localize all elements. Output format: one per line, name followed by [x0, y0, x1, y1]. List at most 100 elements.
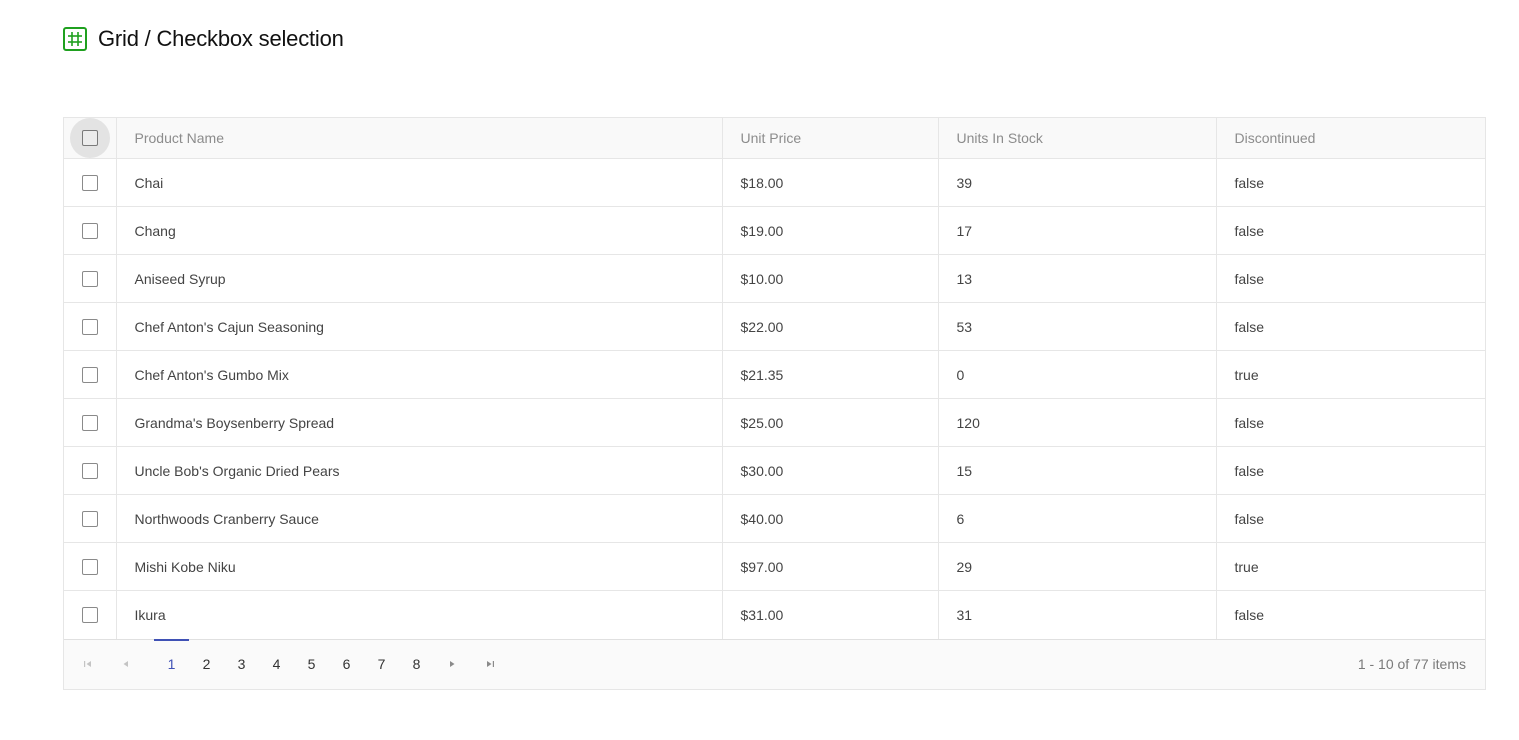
cell-unit-price[interactable]: $31.00 — [721, 590, 938, 639]
cell-unit-price[interactable]: $21.35 — [721, 350, 938, 399]
cell-discontinued[interactable]: false — [1215, 446, 1485, 495]
page-number-2[interactable]: 2 — [189, 640, 224, 688]
page-number-1[interactable]: 1 — [154, 639, 189, 688]
cell-discontinued[interactable]: false — [1215, 206, 1485, 255]
grid-table: Product Name Unit Price Units In Stock D… — [64, 118, 1485, 639]
row-checkbox[interactable] — [70, 595, 110, 635]
row-select-cell — [64, 399, 116, 447]
cell-product-name[interactable]: Mishi Kobe Niku — [115, 542, 722, 591]
cell-units-in-stock[interactable]: 120 — [937, 398, 1216, 447]
table-row[interactable]: Uncle Bob's Organic Dried Pears $30.00 15 f… — [64, 446, 1485, 495]
cell-unit-price[interactable]: $18.00 — [721, 158, 938, 207]
checkbox-box — [81, 318, 98, 335]
checkbox-box — [81, 366, 98, 383]
pager-info: 1 - 10 of 77 items — [1357, 656, 1466, 672]
row-checkbox[interactable] — [70, 355, 110, 395]
select-all-checkbox[interactable] — [69, 118, 110, 158]
cell-discontinued[interactable]: true — [1215, 542, 1485, 591]
row-checkbox[interactable] — [70, 163, 110, 203]
last-page-icon[interactable] — [480, 654, 500, 674]
cell-product-name[interactable]: Aniseed Syrup — [115, 254, 722, 303]
table-row[interactable]: Chef Anton's Gumbo Mix $21.35 0 true — [64, 350, 1485, 399]
row-checkbox[interactable] — [70, 259, 110, 299]
page-title: Grid / Checkbox selection — [98, 26, 344, 51]
cell-unit-price[interactable]: $10.00 — [721, 254, 938, 303]
table-row[interactable]: Chang $19.00 17 false — [64, 206, 1485, 255]
row-checkbox[interactable] — [70, 499, 110, 539]
checkbox-box — [81, 174, 98, 191]
cell-unit-price[interactable]: $19.00 — [721, 206, 938, 255]
cell-discontinued[interactable]: false — [1215, 590, 1485, 639]
cell-units-in-stock[interactable]: 13 — [937, 254, 1216, 303]
table-row[interactable]: Ikura $31.00 31 false — [64, 590, 1485, 639]
cell-units-in-stock[interactable]: 0 — [937, 350, 1216, 399]
row-select-cell — [64, 303, 116, 351]
page-number-6[interactable]: 6 — [329, 640, 364, 688]
cell-product-name[interactable]: Ikura — [115, 590, 722, 639]
row-checkbox[interactable] — [70, 307, 110, 347]
row-checkbox[interactable] — [70, 451, 110, 491]
cell-discontinued[interactable]: false — [1215, 158, 1485, 207]
page-number-8[interactable]: 8 — [399, 640, 434, 688]
cell-discontinued[interactable]: false — [1215, 302, 1485, 351]
data-grid: Product Name Unit Price Units In Stock D… — [63, 117, 1486, 690]
cell-product-name[interactable]: Chef Anton's Cajun Seasoning — [115, 302, 722, 351]
row-select-cell — [64, 207, 116, 255]
checkbox-box — [81, 222, 98, 239]
checkbox-box — [81, 510, 98, 527]
cell-units-in-stock[interactable]: 53 — [937, 302, 1216, 351]
row-select-cell — [64, 591, 116, 639]
previous-page-icon[interactable] — [116, 654, 136, 674]
checkbox-box — [81, 414, 98, 431]
table-row[interactable]: Chai $18.00 39 false — [64, 158, 1485, 207]
row-checkbox[interactable] — [70, 547, 110, 587]
cell-product-name[interactable]: Northwoods Cranberry Sauce — [115, 494, 722, 543]
table-row[interactable]: Chef Anton's Cajun Seasoning $22.00 53 fals… — [64, 302, 1485, 351]
cell-units-in-stock[interactable]: 6 — [937, 494, 1216, 543]
cell-unit-price[interactable]: $30.00 — [721, 446, 938, 495]
cell-discontinued[interactable]: true — [1215, 350, 1485, 399]
table-row[interactable]: Aniseed Syrup $10.00 13 false — [64, 254, 1485, 303]
table-row[interactable]: Mishi Kobe Niku $97.00 29 true — [64, 542, 1485, 591]
cell-unit-price[interactable]: $97.00 — [721, 542, 938, 591]
cell-units-in-stock[interactable]: 17 — [937, 206, 1216, 255]
cell-product-name[interactable]: Chang — [115, 206, 722, 255]
cell-discontinued[interactable]: false — [1215, 494, 1485, 543]
page-header: Grid / Checkbox selection — [63, 25, 344, 53]
page-numbers: 12345678 — [154, 639, 434, 688]
pager-nav: 12345678 — [64, 639, 518, 689]
cell-product-name[interactable]: Grandma's Boysenberry Spread — [115, 398, 722, 447]
row-checkbox[interactable] — [70, 403, 110, 443]
cell-units-in-stock[interactable]: 29 — [937, 542, 1216, 591]
cell-product-name[interactable]: Chai — [115, 158, 722, 207]
column-header-product-name[interactable]: Product Name — [115, 118, 722, 159]
page-number-3[interactable]: 3 — [224, 640, 259, 688]
page-number-4[interactable]: 4 — [259, 640, 294, 688]
column-header-unit-price[interactable]: Unit Price — [721, 118, 938, 159]
cell-units-in-stock[interactable]: 31 — [937, 590, 1216, 639]
cell-unit-price[interactable]: $25.00 — [721, 398, 938, 447]
row-checkbox[interactable] — [70, 211, 110, 251]
table-row[interactable]: Northwoods Cranberry Sauce $40.00 6 false — [64, 494, 1485, 543]
cell-unit-price[interactable]: $22.00 — [721, 302, 938, 351]
row-select-cell — [64, 495, 116, 543]
page-number-5[interactable]: 5 — [294, 640, 329, 688]
checkbox-box — [81, 606, 98, 623]
column-header-discontinued[interactable]: Discontinued — [1215, 118, 1485, 159]
checkbox-box — [81, 558, 98, 575]
cell-product-name[interactable]: Chef Anton's Gumbo Mix — [115, 350, 722, 399]
table-row[interactable]: Grandma's Boysenberry Spread $25.00 120 fal… — [64, 398, 1485, 447]
cell-units-in-stock[interactable]: 39 — [937, 158, 1216, 207]
row-select-cell — [64, 159, 116, 207]
cell-unit-price[interactable]: $40.00 — [721, 494, 938, 543]
next-page-icon[interactable] — [442, 654, 462, 674]
column-header-units-in-stock[interactable]: Units In Stock — [937, 118, 1216, 159]
cell-units-in-stock[interactable]: 15 — [937, 446, 1216, 495]
cell-discontinued[interactable]: false — [1215, 398, 1485, 447]
cell-discontinued[interactable]: false — [1215, 254, 1485, 303]
grid-body: Chai $18.00 39 false Chang $19.00 17 false Anise… — [64, 158, 1485, 639]
first-page-icon[interactable] — [78, 654, 98, 674]
page-number-7[interactable]: 7 — [364, 640, 399, 688]
cell-product-name[interactable]: Uncle Bob's Organic Dried Pears — [115, 446, 722, 495]
select-all-cell — [64, 118, 116, 159]
